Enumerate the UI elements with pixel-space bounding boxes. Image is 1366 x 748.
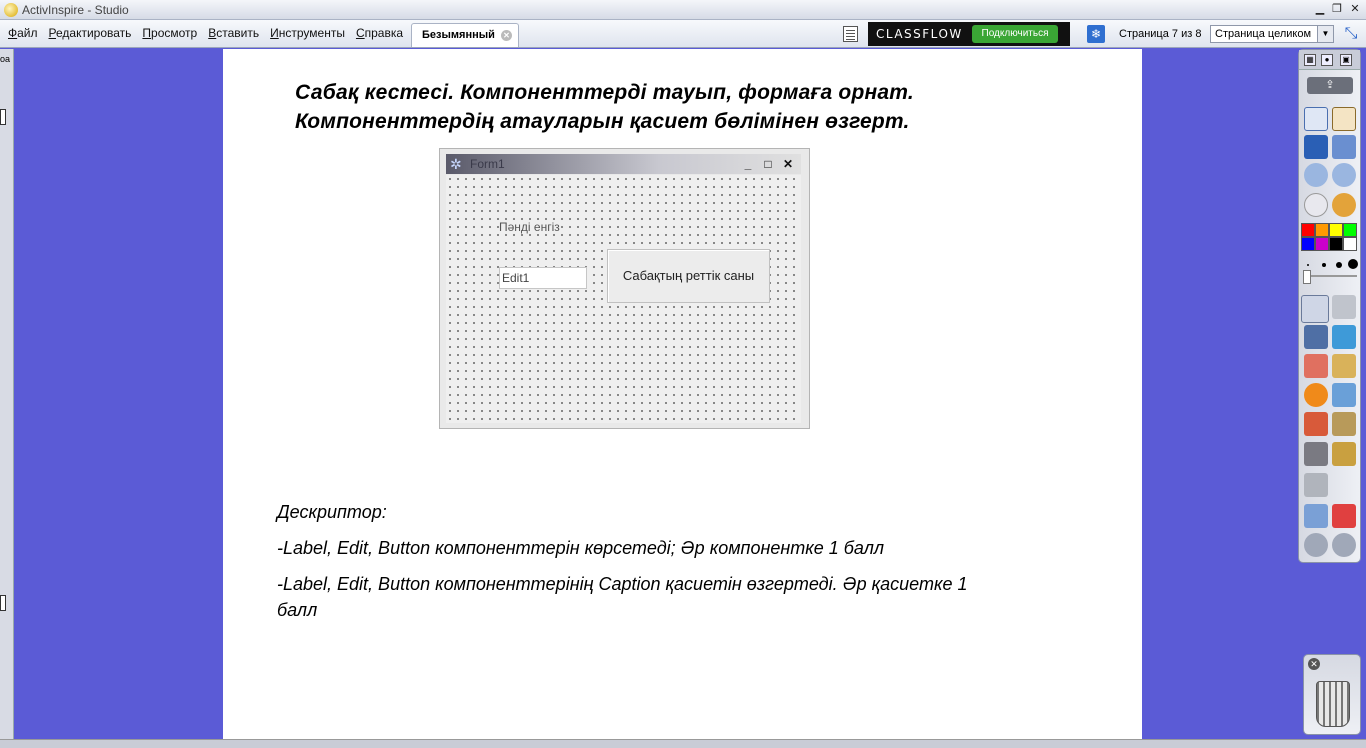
color-swatch-green[interactable] (1343, 223, 1357, 237)
menu-bar: Файл Редактировать Просмотр Вставить Инс… (0, 20, 1366, 48)
tab-untitled[interactable]: Безымянный ✕ (411, 23, 519, 47)
panel-handle[interactable] (0, 109, 6, 125)
slider-track (1303, 275, 1357, 277)
color-swatch-orange[interactable] (1315, 223, 1329, 237)
descriptor-line: -Label, Edit, Button компоненттерінің Ca… (277, 574, 968, 620)
undo-icon[interactable] (1304, 533, 1328, 557)
trash-close-icon[interactable]: ✕ (1308, 658, 1320, 670)
dashboard-icon[interactable]: ❄ (1087, 25, 1105, 43)
page-counter: Страница 7 из 8 (1119, 28, 1202, 40)
form-caption: Form1 (470, 157, 505, 171)
slider-thumb[interactable] (1303, 270, 1311, 284)
heading-line: Компоненттердің атауларын қасиет бөлімін… (295, 110, 910, 133)
minimize-icon[interactable]: ▁ (1312, 1, 1328, 17)
panel-handle[interactable] (0, 595, 6, 611)
activinspire-logo-icon (4, 3, 18, 17)
browsers-icon[interactable] (1332, 107, 1356, 131)
pen-width-slider[interactable] (1303, 270, 1357, 284)
form-app-icon: ✲ (450, 156, 462, 172)
main-menu-icon[interactable] (1304, 107, 1328, 131)
menu-view[interactable]: Просмотр (142, 26, 197, 40)
flipchart-page[interactable]: Сабақ кестесі. Компоненттерді тауып, фор… (223, 49, 1142, 739)
zoom-select[interactable]: Страница целиком ▼ (1210, 25, 1334, 43)
form-caption-bar: ✲ Form1 _ □ ✕ (446, 154, 801, 174)
camera-icon[interactable] (1304, 473, 1328, 497)
select-cursor-icon[interactable] (1301, 295, 1329, 323)
color-swatch-black[interactable] (1329, 237, 1343, 251)
tab-label: Безымянный (422, 29, 495, 41)
toolbox-menu-icon[interactable]: ▦ (1304, 54, 1316, 66)
desktop-annotate-icon[interactable] (1304, 135, 1328, 159)
pen-width-dot[interactable] (1348, 259, 1358, 269)
form-maximize-icon: □ (764, 157, 772, 171)
main-toolbox: ▦ ● ▣ ⇪ (1298, 49, 1361, 563)
heading-line: Сабақ кестесі. Компоненттерді тауып, фор… (295, 81, 914, 104)
trash-panel: ✕ (1303, 654, 1361, 735)
pen-width-dot[interactable] (1322, 263, 1326, 267)
pen-icon[interactable] (1304, 325, 1328, 349)
redo-icon[interactable] (1332, 533, 1356, 557)
desktop-tools-icon[interactable] (1332, 135, 1356, 159)
title-bar: ActivInspire - Studio ▁ ❐ ✕ (0, 0, 1366, 20)
color-swatch-red[interactable] (1301, 223, 1315, 237)
form-designer-image: ✲ Form1 _ □ ✕ Пәнді енгіз Edit1 Сабақтың… (439, 148, 810, 429)
color-swatch-purple[interactable] (1315, 237, 1329, 251)
share-icon[interactable]: ⇪ (1307, 77, 1353, 94)
connector-icon[interactable] (1332, 383, 1356, 407)
toolbox-pin-icon[interactable]: ▣ (1340, 54, 1352, 66)
menu-file[interactable]: Файл (8, 26, 38, 40)
fill-icon[interactable] (1332, 354, 1356, 378)
window-title: ActivInspire - Studio (22, 3, 129, 17)
reset-page-icon[interactable] (1332, 504, 1356, 528)
color-swatch-white[interactable] (1343, 237, 1357, 251)
highlighter-icon[interactable] (1332, 325, 1356, 349)
left-panel-label: оа (0, 54, 11, 64)
left-browser-panel: оа (0, 49, 14, 748)
restore-icon[interactable]: ❐ (1329, 1, 1345, 17)
toolbox-header: ▦ ● ▣ (1299, 50, 1360, 70)
color-swatch-yellow[interactable] (1329, 223, 1343, 237)
resource-library-icon[interactable] (1304, 412, 1328, 436)
magic-ink-icon[interactable] (1304, 442, 1328, 466)
fullscreen-icon[interactable]: ⤡ (1341, 25, 1361, 43)
form-button-component: Сабақтың реттік саны (607, 249, 770, 303)
classflow-banner: CLASSFLOW Подключиться (868, 22, 1070, 46)
play-icon[interactable] (1304, 193, 1328, 217)
zoom-selected-value: Страница целиком (1215, 28, 1312, 40)
form-minimize-icon: _ (744, 157, 752, 171)
chevron-down-icon[interactable]: ▼ (1317, 26, 1333, 42)
menu-tools[interactable]: Инструменты (270, 26, 345, 40)
classflow-brand: CLASSFLOW (876, 27, 963, 41)
descriptor-title: Дескриптор: (277, 502, 387, 522)
form-edit-component: Edit1 (499, 267, 587, 289)
form-close-icon: ✕ (782, 157, 794, 171)
menu-help[interactable]: Справка (356, 26, 403, 40)
page-heading: Сабақ кестесі. Компоненттерді тауып, фор… (295, 78, 1075, 136)
media-icon[interactable] (1332, 412, 1356, 436)
form-label-component: Пәнді енгіз (499, 220, 560, 234)
page-notes-icon[interactable] (843, 26, 858, 42)
classflow-connect-button[interactable]: Подключиться (972, 25, 1058, 43)
tab-close-icon[interactable]: ✕ (501, 30, 512, 41)
close-icon[interactable]: ✕ (1347, 1, 1363, 17)
previous-page-icon[interactable] (1304, 163, 1328, 187)
menu-insert[interactable]: Вставить (208, 26, 259, 40)
folder-icon[interactable] (1332, 442, 1356, 466)
trash-bin-icon[interactable] (1316, 681, 1350, 727)
pen-width-dot[interactable] (1336, 262, 1342, 268)
taskbar (0, 739, 1366, 748)
pen-width-dot[interactable] (1307, 264, 1309, 266)
color-swatch-blue[interactable] (1301, 237, 1315, 251)
clear-icon[interactable] (1304, 504, 1328, 528)
tools-icon[interactable] (1332, 295, 1356, 319)
shape-icon[interactable] (1304, 383, 1328, 407)
menu-edit[interactable]: Редактировать (49, 26, 132, 40)
web-browser-icon[interactable] (1332, 193, 1356, 217)
eraser-icon[interactable] (1304, 354, 1328, 378)
next-page-icon[interactable] (1332, 163, 1356, 187)
descriptor-line: -Label, Edit, Button компоненттерін көрс… (277, 538, 885, 558)
toolbox-collapse-icon[interactable]: ● (1321, 54, 1333, 66)
